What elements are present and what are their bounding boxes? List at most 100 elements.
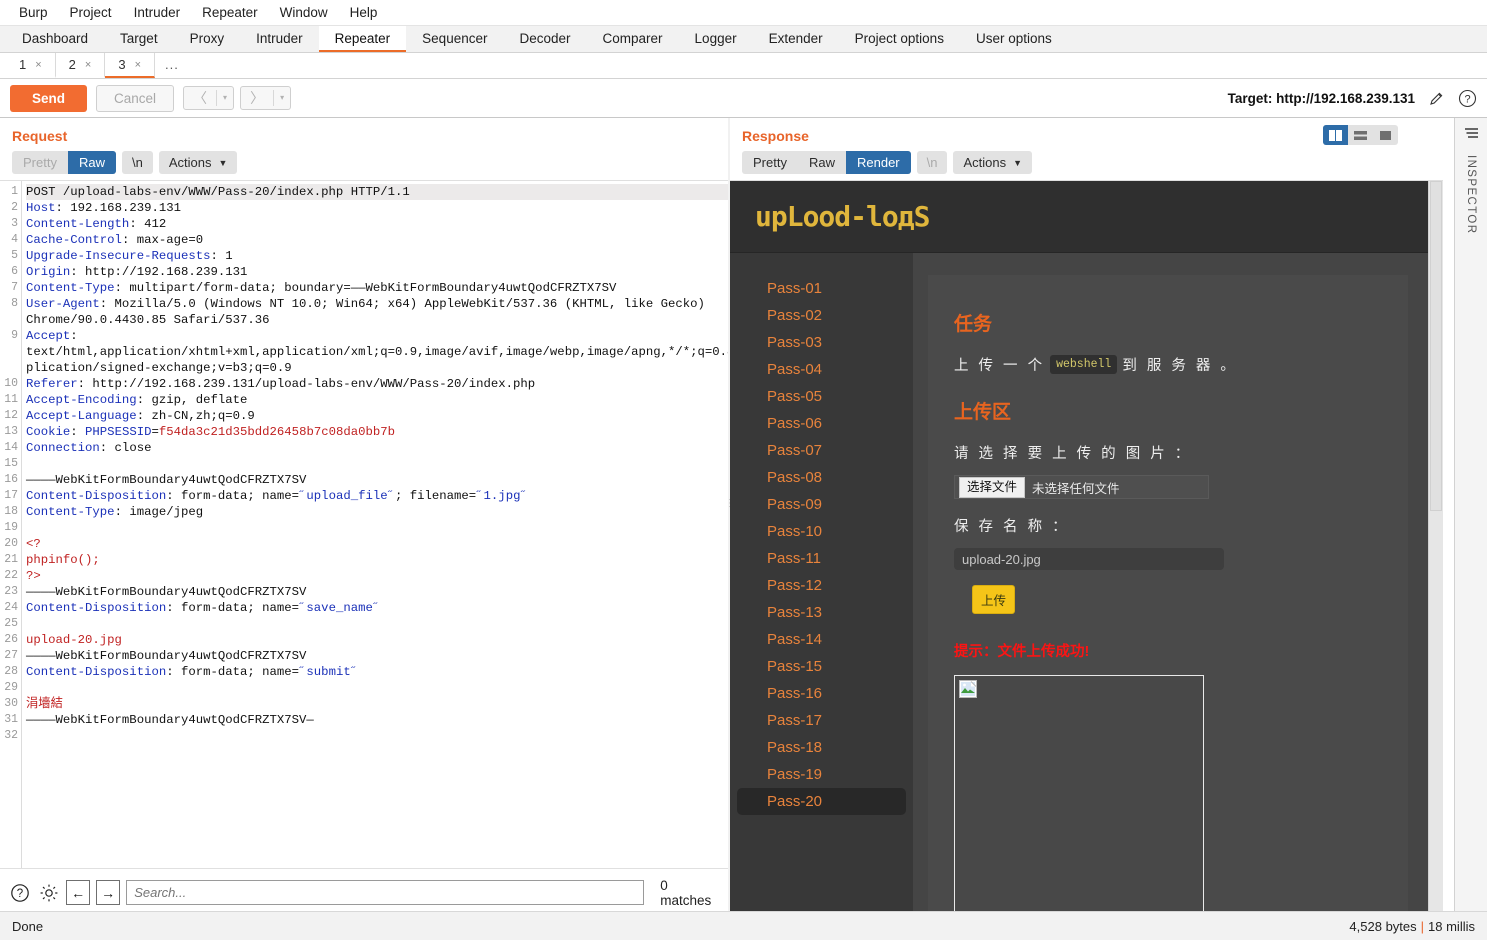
repeater-tab-1[interactable]: 1 × <box>6 53 56 78</box>
nav-item-pass-19[interactable]: Pass-19 <box>737 761 906 788</box>
nav-item-pass-17[interactable]: Pass-17 <box>737 707 906 734</box>
nav-item-pass-10[interactable]: Pass-10 <box>737 518 906 545</box>
request-actions-button[interactable]: Actions ▼ <box>158 151 238 174</box>
tab-user-options[interactable]: User options <box>960 26 1068 52</box>
nav-item-pass-06[interactable]: Pass-06 <box>737 410 906 437</box>
workspace: Request Pretty Raw \n Actions ▼ 12345678… <box>0 118 1487 916</box>
response-toolbar: Pretty Raw Render \n Actions ▼ <box>730 151 1443 182</box>
line-number: 19 <box>4 521 18 534</box>
upload-submit-button[interactable]: 上传 <box>972 585 1016 614</box>
response-actions-button[interactable]: Actions ▼ <box>953 151 1033 174</box>
nav-item-pass-12[interactable]: Pass-12 <box>737 572 906 599</box>
pencil-icon[interactable] <box>1426 88 1446 108</box>
question-icon[interactable]: ? <box>1457 88 1477 108</box>
nav-item-pass-09[interactable]: Pass-09 <box>737 491 906 518</box>
code-line: Accept-Language: zh-CN,zh;q=0.9 <box>26 409 255 423</box>
line-number: 25 <box>4 617 18 630</box>
choose-file-button[interactable]: 选择文件 <box>959 476 1026 498</box>
request-editor[interactable]: 1 2 3 4 5 6 7 8 9 10 11 12 13 14 15 16 17 18 19 20 21 22 23 24 2… <box>0 180 728 868</box>
tab-logger[interactable]: Logger <box>679 26 753 52</box>
single-pane-icon[interactable] <box>1373 125 1398 145</box>
question-icon[interactable]: ? <box>8 881 31 905</box>
response-view-raw[interactable]: Raw <box>798 151 846 174</box>
menu-item-repeater[interactable]: Repeater <box>191 2 269 23</box>
arrow-left-icon[interactable]: ← <box>66 880 91 905</box>
tab-sequencer[interactable]: Sequencer <box>406 26 503 52</box>
menu-item-project[interactable]: Project <box>59 2 123 23</box>
response-scrollbar-track[interactable] <box>1428 181 1443 916</box>
menu-item-burp[interactable]: Burp <box>8 2 59 23</box>
repeater-tab-3[interactable]: 3 × <box>105 53 156 78</box>
chevron-down-icon[interactable]: ▾ <box>274 87 290 109</box>
close-icon[interactable]: × <box>135 59 141 71</box>
arrow-right-icon[interactable]: → <box>96 880 121 905</box>
rendered-web-page[interactable]: upLood-loдS Pass-01 Pass-02 Pass-03 Pass-04… <box>730 181 1428 916</box>
tab-project-options[interactable]: Project options <box>839 26 960 52</box>
gear-icon[interactable] <box>37 881 60 905</box>
tab-extender[interactable]: Extender <box>753 26 839 52</box>
nav-item-pass-04[interactable]: Pass-04 <box>737 356 906 383</box>
pick-file-label: 请 选 择 要 上 传 的 图 片 ： <box>954 446 1193 462</box>
menu-item-intruder[interactable]: Intruder <box>123 2 192 23</box>
send-button[interactable]: Send <box>10 84 88 112</box>
inspector-rail[interactable]: INSPECTOR <box>1454 118 1487 916</box>
nav-item-pass-14[interactable]: Pass-14 <box>737 626 906 653</box>
search-input[interactable] <box>126 880 645 905</box>
save-name-input[interactable] <box>954 548 1224 570</box>
response-view-render[interactable]: Render <box>845 151 911 174</box>
tab-repeater[interactable]: Repeater <box>318 26 407 52</box>
nav-item-pass-20[interactable]: Pass-20 <box>737 788 906 815</box>
line-number: 17 <box>4 489 18 502</box>
tab-decoder[interactable]: Decoder <box>503 26 586 52</box>
collapse-icon[interactable] <box>1463 126 1480 143</box>
line-number-gutter: 1 2 3 4 5 6 7 8 9 10 11 12 13 14 15 16 17 18 19 20 21 22 23 24 2… <box>0 181 22 868</box>
history-forward-group[interactable]: 〉 ▾ <box>240 86 292 110</box>
nav-item-pass-18[interactable]: Pass-18 <box>737 734 906 761</box>
code-line: ————WebKitFormBoundary4uwtQodCFRZTX7SV <box>26 585 307 599</box>
status-left-label: Done <box>12 918 44 934</box>
task-heading: 任务 <box>954 314 993 335</box>
tab-dashboard[interactable]: Dashboard <box>6 26 104 52</box>
close-icon[interactable]: × <box>35 59 41 71</box>
repeater-tab-1-label: 1 <box>19 57 27 72</box>
nav-item-pass-05[interactable]: Pass-05 <box>737 383 906 410</box>
nav-item-pass-02[interactable]: Pass-02 <box>737 302 906 329</box>
nav-item-pass-15[interactable]: Pass-15 <box>737 653 906 680</box>
menu-item-window[interactable]: Window <box>269 2 339 23</box>
nav-item-pass-16[interactable]: Pass-16 <box>737 680 906 707</box>
tab-proxy[interactable]: Proxy <box>174 26 241 52</box>
response-view-mode-group <box>1323 125 1398 145</box>
response-newline-toggle[interactable]: \n <box>916 151 948 174</box>
line-number: 1 <box>11 185 18 198</box>
response-scrollbar-thumb[interactable] <box>1430 181 1442 511</box>
tab-intruder[interactable]: Intruder <box>240 26 319 52</box>
broken-image-icon <box>959 680 977 698</box>
request-newline-toggle[interactable]: \n <box>121 151 153 174</box>
request-view-raw[interactable]: Raw <box>67 151 116 174</box>
file-input-row[interactable]: 选择文件 未选择任何文件 <box>954 475 1209 499</box>
chevron-down-icon[interactable]: ▾ <box>217 87 233 109</box>
close-icon[interactable]: × <box>85 59 91 71</box>
history-back-group[interactable]: 〈 ▾ <box>183 86 235 110</box>
split-horizontal-icon[interactable] <box>1348 125 1373 145</box>
menu-item-help[interactable]: Help <box>339 2 389 23</box>
nav-item-pass-07[interactable]: Pass-07 <box>737 437 906 464</box>
chevron-left-icon[interactable]: 〈 <box>184 87 216 109</box>
nav-item-pass-08[interactable]: Pass-08 <box>737 464 906 491</box>
repeater-tab-2[interactable]: 2 × <box>56 53 106 78</box>
cancel-button[interactable]: Cancel <box>96 84 175 112</box>
nav-item-pass-01[interactable]: Pass-01 <box>737 275 906 302</box>
response-view-pretty[interactable]: Pretty <box>742 151 798 174</box>
request-view-pretty[interactable]: Pretty <box>12 151 68 174</box>
nav-item-pass-13[interactable]: Pass-13 <box>737 599 906 626</box>
line-number: 9 <box>11 329 18 342</box>
nav-item-pass-11[interactable]: Pass-11 <box>737 545 906 572</box>
chevron-right-icon[interactable]: 〉 <box>241 87 273 109</box>
nav-item-pass-03[interactable]: Pass-03 <box>737 329 906 356</box>
tab-target[interactable]: Target <box>104 26 174 52</box>
request-code[interactable]: POST /upload-labs-env/WWW/Pass-20/index.… <box>22 181 728 868</box>
split-vertical-icon[interactable] <box>1323 125 1348 145</box>
request-actions-label: Actions <box>168 155 212 170</box>
tab-comparer[interactable]: Comparer <box>587 26 679 52</box>
repeater-tab-overflow[interactable]: ... <box>155 53 189 78</box>
